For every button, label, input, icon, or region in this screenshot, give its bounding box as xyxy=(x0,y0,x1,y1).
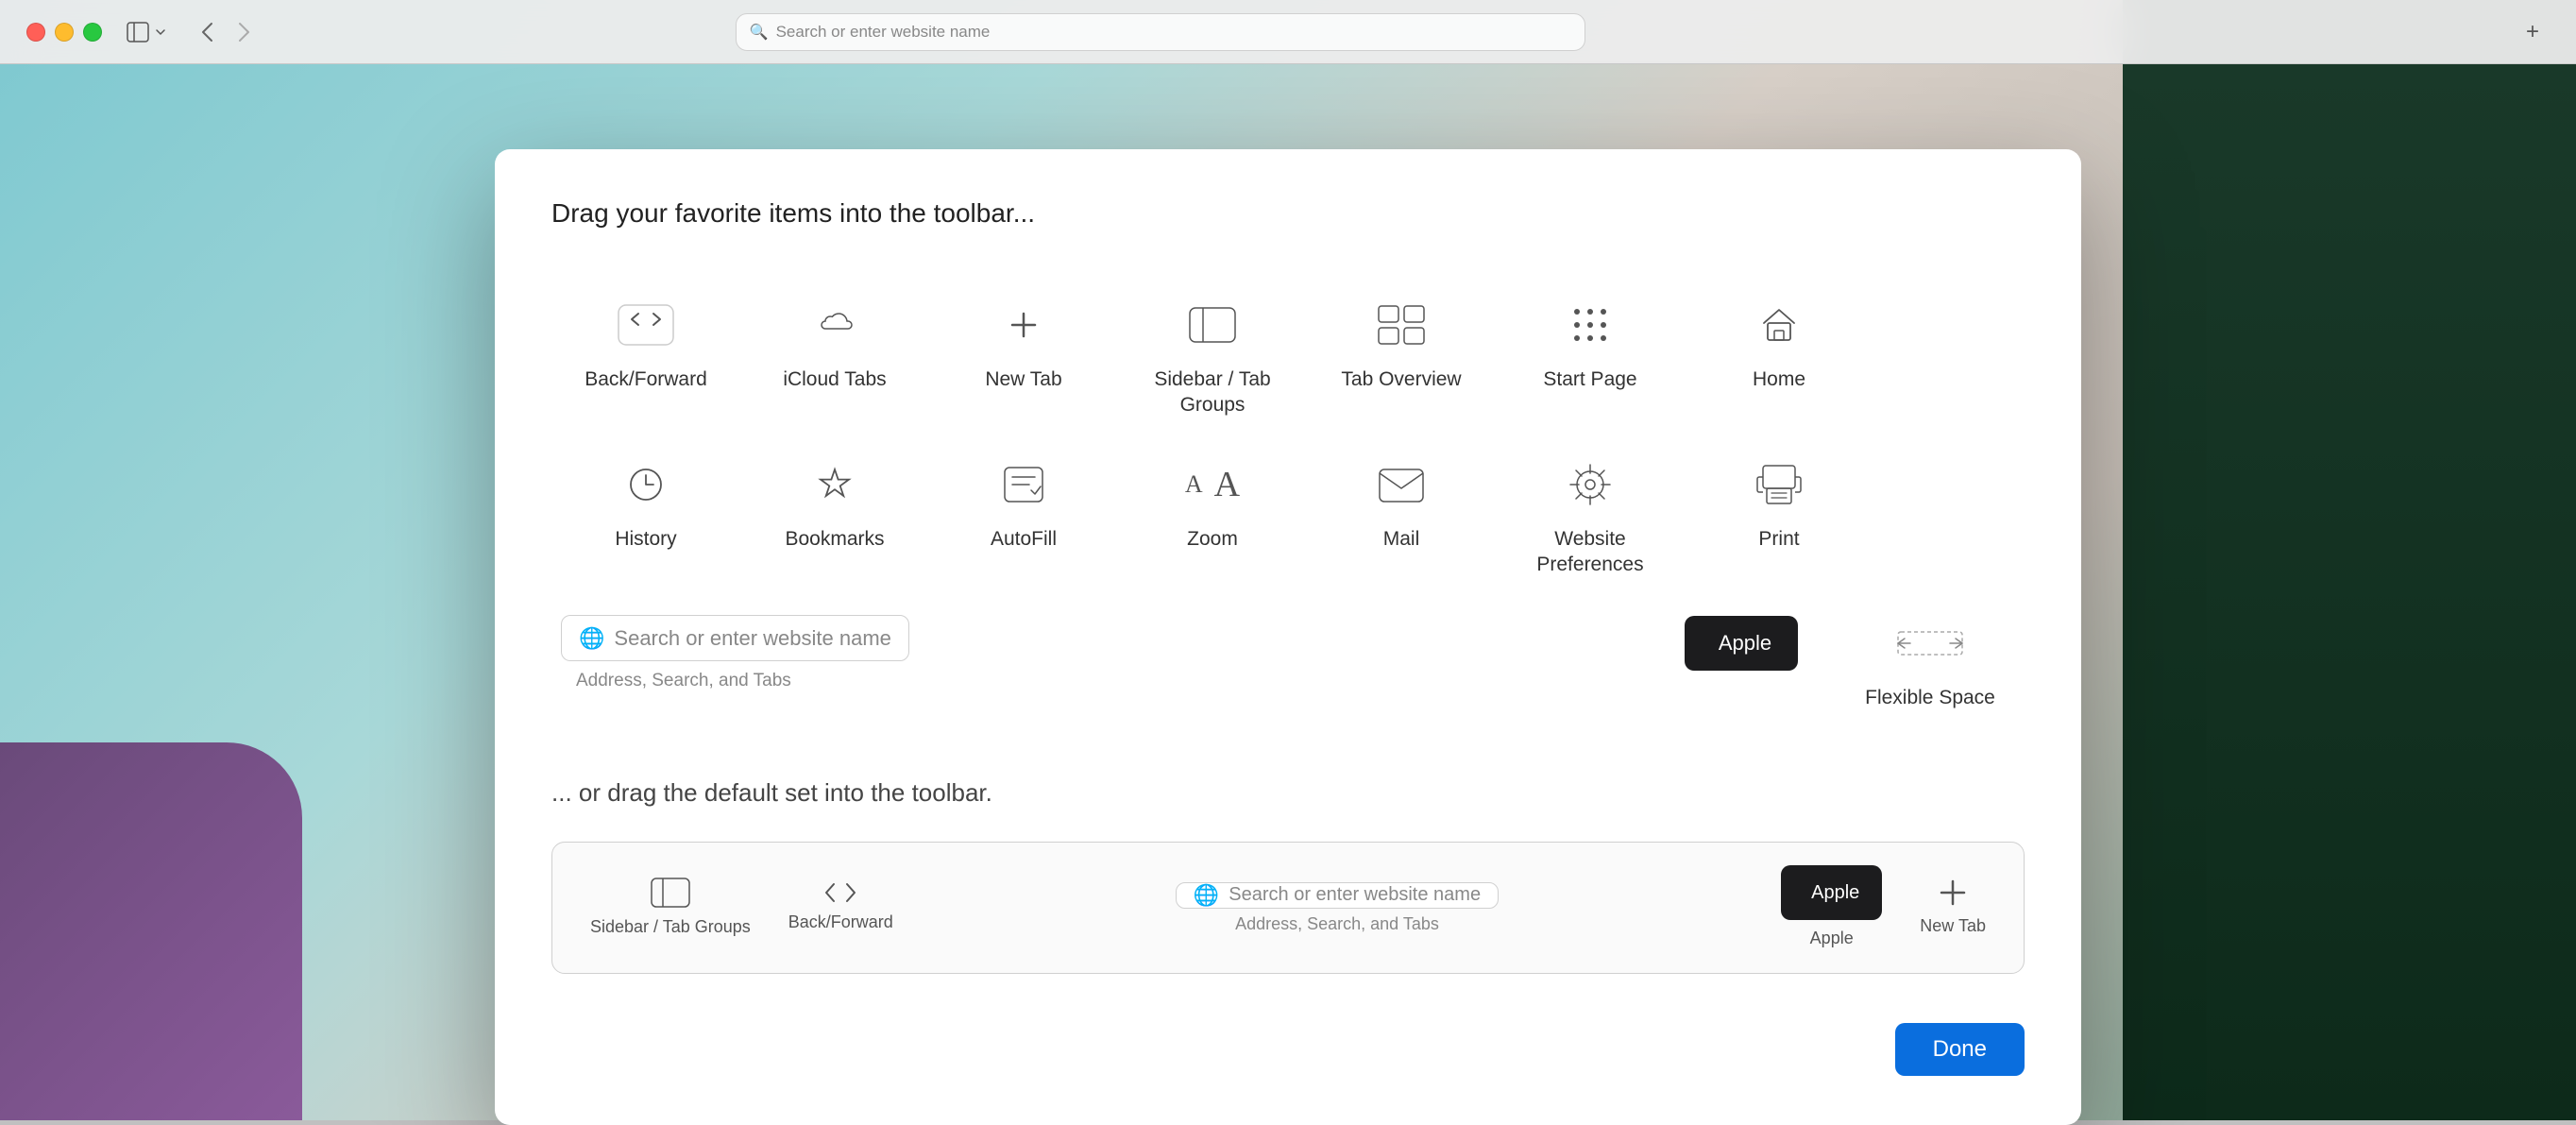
dt-backfwd-label: Back/Forward xyxy=(788,912,893,933)
toolbar-item-address[interactable]: 🌐 Search or enter website name Address, … xyxy=(551,596,1647,729)
dt-forward-icon xyxy=(843,881,858,904)
toolbar-item-apple[interactable]: Apple xyxy=(1647,596,1836,729)
toolbar-item-autofill[interactable]: AutoFill xyxy=(929,437,1118,597)
dt-newtab-label: New Tab xyxy=(1920,915,1986,937)
dt-item-address[interactable]: 🌐 Search or enter website name Address, … xyxy=(931,882,1743,934)
dt-sidebar-icon xyxy=(650,877,691,909)
dt-address-placeholder: Search or enter website name xyxy=(1229,884,1481,906)
maximize-button[interactable] xyxy=(83,23,102,42)
default-toolbar-strip: Sidebar / Tab Groups Back/Forward xyxy=(551,842,2025,973)
dt-address-bar[interactable]: 🌐 Search or enter website name xyxy=(1176,882,1499,909)
toolbar-item-back-forward[interactable]: Back/Forward xyxy=(551,278,740,437)
back-forward-icon xyxy=(612,297,680,353)
dt-back-icon xyxy=(822,881,838,904)
new-tab-icon xyxy=(990,297,1058,353)
print-icon xyxy=(1745,456,1813,513)
dt-sidebar-label: Sidebar / Tab Groups xyxy=(590,916,751,938)
forward-button[interactable] xyxy=(227,15,261,49)
autofill-icon xyxy=(990,456,1058,513)
minimize-button[interactable] xyxy=(55,23,74,42)
home-icon xyxy=(1745,297,1813,353)
url-placeholder-text: Search or enter website name xyxy=(776,23,1571,42)
toolbar-item-autofill-label: AutoFill xyxy=(991,526,1057,552)
toolbar-item-bookmarks-label: Bookmarks xyxy=(785,526,884,552)
toolbar-item-website-preferences[interactable]: Website Preferences xyxy=(1496,437,1685,597)
toolbar-item-print[interactable]: Print xyxy=(1685,437,1873,597)
sidebar-toggle-button[interactable] xyxy=(121,18,172,46)
dt-item-newtab[interactable]: New Tab xyxy=(1920,878,1986,937)
toolbar-item-print-label: Print xyxy=(1758,526,1799,552)
dt-item-sidebar[interactable]: Sidebar / Tab Groups xyxy=(590,877,751,938)
traffic-lights xyxy=(26,23,102,42)
globe-icon: 🌐 xyxy=(579,626,604,651)
history-icon xyxy=(612,456,680,513)
dt-globe-icon: 🌐 xyxy=(1194,883,1219,908)
title-bar: 🔍 Search or enter website name + xyxy=(0,0,2576,64)
toolbar-item-zoom-label: Zoom xyxy=(1187,526,1238,552)
icloud-tabs-icon xyxy=(801,297,869,353)
address-placeholder-text: Search or enter website name xyxy=(614,626,891,651)
modal-drag-title: Drag your favorite items into the toolba… xyxy=(551,198,2025,229)
default-set-title: ... or drag the default set into the too… xyxy=(551,778,2025,808)
toolbar-item-website-preferences-label: Website Preferences xyxy=(1505,526,1675,578)
toolbar-item-flexible-space[interactable]: Flexible Space xyxy=(1836,596,2025,729)
dt-item-backfwd[interactable]: Back/Forward xyxy=(788,881,893,933)
toolbar-item-home[interactable]: Home xyxy=(1685,278,1873,437)
toolbar-item-start-page-label: Start Page xyxy=(1543,366,1636,392)
toolbar-item-history-label: History xyxy=(615,526,676,552)
mock-address-bar[interactable]: 🌐 Search or enter website name xyxy=(561,615,909,661)
modal-overlay: Drag your favorite items into the toolba… xyxy=(0,64,2576,1120)
apple-button[interactable]: Apple xyxy=(1685,616,1798,671)
toolbar-customization-dialog: Drag your favorite items into the toolba… xyxy=(495,149,2081,1125)
toolbar-item-start-page[interactable]: Start Page xyxy=(1496,278,1685,437)
close-button[interactable] xyxy=(26,23,45,42)
apple-button-label: Apple xyxy=(1719,631,1771,656)
start-page-icon xyxy=(1556,297,1624,353)
toolbar-item-home-label: Home xyxy=(1753,366,1805,392)
flexible-space-icon xyxy=(1896,615,1964,672)
dt-newtab-icon xyxy=(1938,878,1968,908)
browser-window: 🔍 Search or enter website name + Drag yo… xyxy=(0,0,2576,1120)
dt-apple-label-text: Apple xyxy=(1810,928,1854,949)
done-row: Done xyxy=(551,1023,2025,1076)
toolbar-item-sidebar-tab-groups-label: Sidebar / Tab Groups xyxy=(1127,366,1297,418)
bookmarks-icon xyxy=(801,456,869,513)
toolbar-item-back-forward-label: Back/Forward xyxy=(585,366,707,392)
toolbar-item-tab-overview-label: Tab Overview xyxy=(1341,366,1461,392)
nav-buttons xyxy=(191,15,261,49)
toolbar-item-history[interactable]: History xyxy=(551,437,740,597)
toolbar-item-sidebar-tab-groups[interactable]: Sidebar / Tab Groups xyxy=(1118,278,1307,437)
toolbar-items-grid: Back/Forward iCloud Tabs xyxy=(551,278,2025,729)
dt-item-apple[interactable]: Apple Apple xyxy=(1781,865,1882,949)
url-search-bar[interactable]: 🔍 Search or enter website name xyxy=(736,13,1585,51)
toolbar-item-icloud-tabs[interactable]: iCloud Tabs xyxy=(740,278,929,437)
toolbar-item-new-tab[interactable]: New Tab xyxy=(929,278,1118,437)
toolbar-item-flexible-space-label: Flexible Space xyxy=(1865,685,1995,710)
toolbar-item-mail-label: Mail xyxy=(1383,526,1420,552)
zoom-icon: A A xyxy=(1178,456,1246,513)
back-button[interactable] xyxy=(191,15,225,49)
done-button[interactable]: Done xyxy=(1895,1023,2025,1076)
toolbar-item-icloud-tabs-label: iCloud Tabs xyxy=(783,366,886,392)
dt-address-sublabel: Address, Search, and Tabs xyxy=(1235,914,1439,934)
dt-apple-label: Apple xyxy=(1811,882,1859,904)
toolbar-item-mail[interactable]: Mail xyxy=(1307,437,1496,597)
apple-button-icon: Apple xyxy=(1707,615,1775,672)
toolbar-item-bookmarks[interactable]: Bookmarks xyxy=(740,437,929,597)
add-toolbar-button[interactable]: + xyxy=(2516,15,2550,49)
toolbar-item-tab-overview[interactable]: Tab Overview xyxy=(1307,278,1496,437)
mail-icon xyxy=(1367,456,1435,513)
toolbar-item-new-tab-label: New Tab xyxy=(985,366,1061,392)
sidebar-tab-groups-icon xyxy=(1178,297,1246,353)
dt-apple-button[interactable]: Apple xyxy=(1781,865,1882,920)
toolbar-item-zoom[interactable]: A A Zoom xyxy=(1118,437,1307,597)
search-icon: 🔍 xyxy=(750,23,769,42)
tab-overview-icon xyxy=(1367,297,1435,353)
website-preferences-icon xyxy=(1556,456,1624,513)
address-sublabel: Address, Search, and Tabs xyxy=(576,671,791,691)
